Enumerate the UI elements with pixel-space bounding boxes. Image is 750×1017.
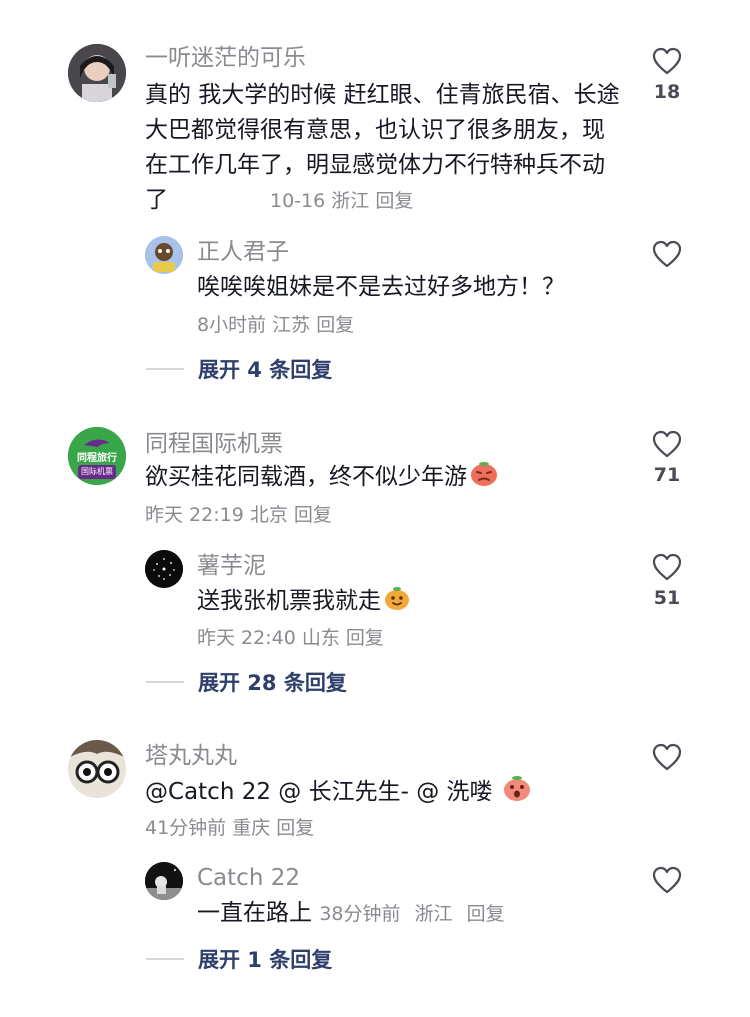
comment-meta: 41分钟前 重庆 回复	[145, 815, 314, 841]
comment-meta: 昨天 22:19 北京 回复	[145, 502, 332, 528]
astronaut-avatar-icon	[145, 862, 183, 900]
reply-button[interactable]: 回复	[346, 627, 384, 649]
comment-date: 昨天 22:19	[145, 504, 244, 526]
expand-replies-label: 展开 1 条回复	[198, 948, 333, 972]
like-button[interactable]: 18	[647, 47, 687, 103]
like-count: 71	[653, 464, 681, 486]
comment-username[interactable]: 同程国际机票	[145, 430, 283, 458]
reply-date: 昨天 22:40	[197, 627, 296, 649]
cartoon-eyes-avatar-icon	[68, 740, 126, 798]
avatar-photo-icon	[68, 44, 126, 102]
reply-meta: 8小时前 江苏 回复	[197, 312, 354, 338]
comment-location: 浙江	[331, 190, 370, 212]
divider-line	[146, 368, 184, 370]
sad-face-emoji-icon	[471, 462, 497, 486]
reply-text: 送我张机票我就走	[197, 584, 617, 619]
like-count: 18	[653, 81, 681, 103]
reply-button[interactable]: 回复	[316, 314, 354, 336]
comment-meta: 10-16 浙江 回复	[270, 188, 413, 214]
avatar[interactable]	[68, 740, 126, 798]
comment-text-content: 欲买桂花同载酒，终不似少年游	[145, 464, 467, 490]
reply-button[interactable]: 回复	[276, 817, 314, 839]
comment-text: 欲买桂花同载酒，终不似少年游	[145, 460, 625, 495]
like-button[interactable]: 51	[647, 553, 687, 609]
shocked-face-emoji-icon	[503, 776, 530, 801]
reply-avatar[interactable]	[145, 236, 183, 274]
expand-replies-button[interactable]: 展开 1 条回复	[146, 944, 332, 974]
heart-outline-icon	[652, 866, 682, 894]
comment-text-content: @Catch 22 @ 长江先生- @ 洗喽	[145, 779, 493, 805]
comment-date: 41分钟前	[145, 817, 227, 839]
reply-date: 38分钟前	[319, 903, 401, 925]
heart-outline-icon	[652, 743, 682, 771]
reply-location: 浙江	[414, 903, 453, 925]
reply-username[interactable]: Catch 22	[197, 864, 300, 892]
divider-line	[146, 681, 184, 683]
reply-location: 山东	[301, 627, 340, 649]
reply-date: 8小时前	[197, 314, 267, 336]
reply-location: 江苏	[272, 314, 311, 336]
like-button[interactable]	[647, 240, 687, 268]
heart-outline-icon	[652, 553, 682, 581]
expand-replies-label: 展开 4 条回复	[198, 358, 333, 382]
comment-date: 10-16	[270, 190, 326, 212]
comment-location: 重庆	[232, 817, 271, 839]
comment-username[interactable]: 一听迷茫的可乐	[145, 44, 306, 72]
like-count: 51	[653, 587, 681, 609]
comment-text: @Catch 22 @ 长江先生- @ 洗喽	[145, 773, 625, 810]
reply-username[interactable]: 薯芋泥	[197, 552, 266, 580]
reply-button[interactable]: 回复	[294, 504, 332, 526]
reply-button[interactable]: 回复	[467, 903, 505, 925]
heart-outline-icon	[652, 47, 682, 75]
like-button[interactable]: 71	[647, 430, 687, 486]
reply-text: 一直在路上	[197, 900, 312, 926]
avatar-brand-text: 同程旅行	[77, 453, 117, 464]
avatar-brand-subtext: 国际机票	[81, 467, 113, 476]
reply-avatar[interactable]	[145, 550, 183, 588]
comment-username[interactable]: 塔丸丸丸	[145, 742, 237, 770]
happy-face-emoji-icon	[385, 587, 409, 610]
reply-text: 唉唉唉姐妹是不是去过好多地方！？	[197, 274, 565, 300]
expand-replies-label: 展开 28 条回复	[198, 671, 347, 695]
reply-avatar[interactable]	[145, 862, 183, 900]
reply-text-content: 送我张机票我就走	[197, 588, 381, 614]
reply-meta: 38分钟前 浙江 回复	[319, 903, 512, 925]
cartoon-avatar-icon	[145, 236, 183, 274]
avatar[interactable]	[68, 44, 126, 102]
reply-meta: 昨天 22:40 山东 回复	[197, 625, 384, 651]
heart-outline-icon	[652, 430, 682, 458]
divider-line	[146, 958, 184, 960]
reply-button[interactable]: 回复	[375, 190, 413, 212]
reply-text-row: 一直在路上 38分钟前 浙江 回复	[197, 896, 617, 932]
like-button[interactable]	[647, 866, 687, 894]
expand-replies-button[interactable]: 展开 28 条回复	[146, 667, 347, 697]
like-button[interactable]	[647, 743, 687, 771]
expand-replies-button[interactable]: 展开 4 条回复	[146, 354, 332, 384]
heart-outline-icon	[652, 240, 682, 268]
fireworks-avatar-icon	[145, 550, 183, 588]
avatar[interactable]: 同程旅行 国际机票	[68, 427, 126, 485]
comment-location: 北京	[249, 504, 288, 526]
reply-username[interactable]: 正人君子	[197, 238, 289, 266]
